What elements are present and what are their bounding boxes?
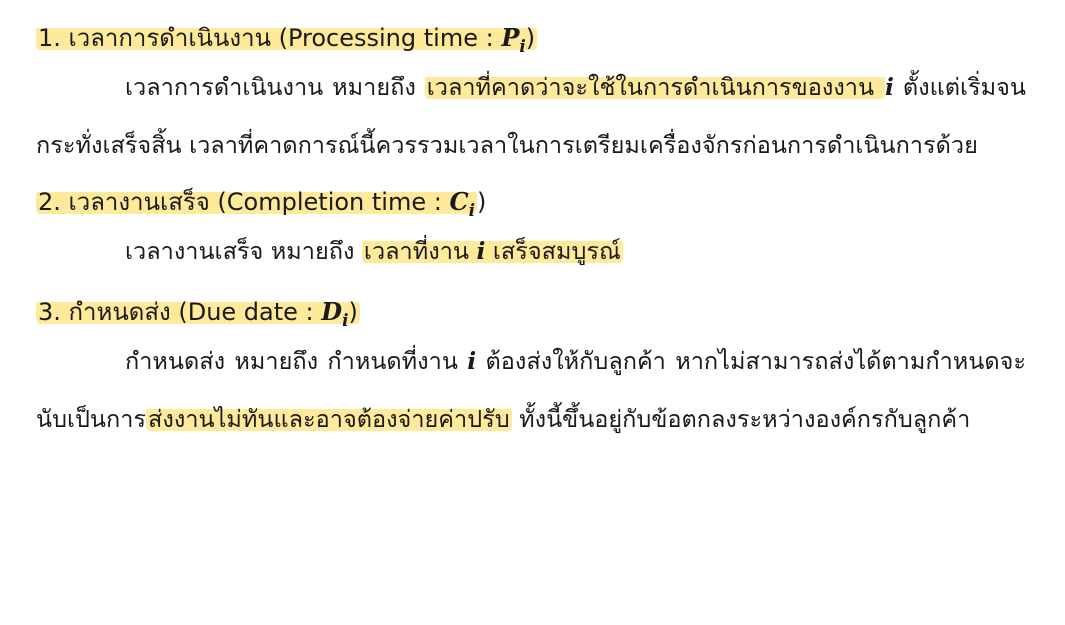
section-2-var-subscript: i (468, 199, 475, 220)
section-1-body: เวลาการดำเนินงาน หมายถึง เวลาที่คาดว่าจะ… (36, 58, 1026, 174)
section-2-body: เวลางานเสร็จ หมายถึง เวลาที่งาน i เสร็จส… (36, 222, 1026, 280)
section-1-body-highlight-text: เวลาที่คาดว่าจะใช้ในการดำเนินการของงาน (426, 73, 883, 101)
section-1-body-text-1: เวลาการดำเนินงาน หมายถึง (125, 73, 425, 101)
section-3-heading-suffix: ) (348, 298, 358, 326)
section-1-heading-suffix: ) (525, 24, 536, 52)
section-1-var-letter: P (501, 23, 520, 52)
section-3-body-highlight-text: ส่งงานไม่ทันและอาจต้องจ่ายค่าปรับ (148, 405, 510, 433)
section-2-body-highlight: เวลาที่งาน i เสร็จสมบูรณ์ (361, 237, 623, 265)
section-1-body-variable: i (885, 73, 894, 101)
section-3-body: กำหนดส่ง หมายถึง กำหนดที่งาน i ต้องส่งให… (36, 332, 1026, 448)
section-2-var-letter: C (449, 187, 469, 216)
section-2-heading-highlight: 2. เวลางานเสร็จ (Completion time : Ci (36, 187, 477, 218)
section-3-var-letter: D (321, 297, 343, 326)
section-2-body-highlight-text-2: เสร็จสมบูรณ์ (485, 237, 621, 265)
section-1-body-highlight: เวลาที่คาดว่าจะใช้ในการดำเนินการของงาน (424, 73, 885, 101)
section-2-body-text-1: เวลางานเสร็จ หมายถึง (125, 237, 362, 265)
section-1-heading-text: 1. เวลาการดำเนินงาน (Processing time : (38, 24, 502, 52)
section-3-heading-variable: Di (321, 297, 348, 328)
document-page: 1. เวลาการดำเนินงาน (Processing time : P… (36, 18, 1026, 448)
section-1-heading: 1. เวลาการดำเนินงาน (Processing time : P… (36, 18, 1026, 58)
section-2-heading-variable: Ci (449, 187, 474, 218)
section-2-heading-text: 2. เวลางานเสร็จ (Completion time : (38, 188, 450, 216)
section-3-heading-text: 3. กำหนดส่ง (Due date : (38, 298, 322, 326)
section-2-body-highlight-text-1: เวลาที่งาน (363, 237, 477, 265)
section-1-heading-highlight: 1. เวลาการดำเนินงาน (Processing time : P… (36, 23, 538, 54)
section-3-body-highlight: ส่งงานไม่ทันและอาจต้องจ่ายค่าปรับ (146, 405, 512, 433)
section-3-body-text-3: ทั้งนี้ขึ้นอยู่กับข้อตกลงระหว่างองค์กรกั… (511, 405, 971, 433)
section-3-heading: 3. กำหนดส่ง (Due date : Di) (36, 292, 1026, 332)
section-3-body-variable: i (467, 347, 477, 375)
section-2-heading: 2. เวลางานเสร็จ (Completion time : Ci) (36, 182, 1026, 222)
section-3-body-text-1: กำหนดส่ง หมายถึง กำหนดที่งาน (125, 347, 468, 375)
section-3-heading-highlight: 3. กำหนดส่ง (Due date : Di) (36, 297, 360, 328)
section-2-heading-suffix: ) (476, 188, 487, 216)
section-1-heading-variable: Pi (501, 23, 525, 54)
